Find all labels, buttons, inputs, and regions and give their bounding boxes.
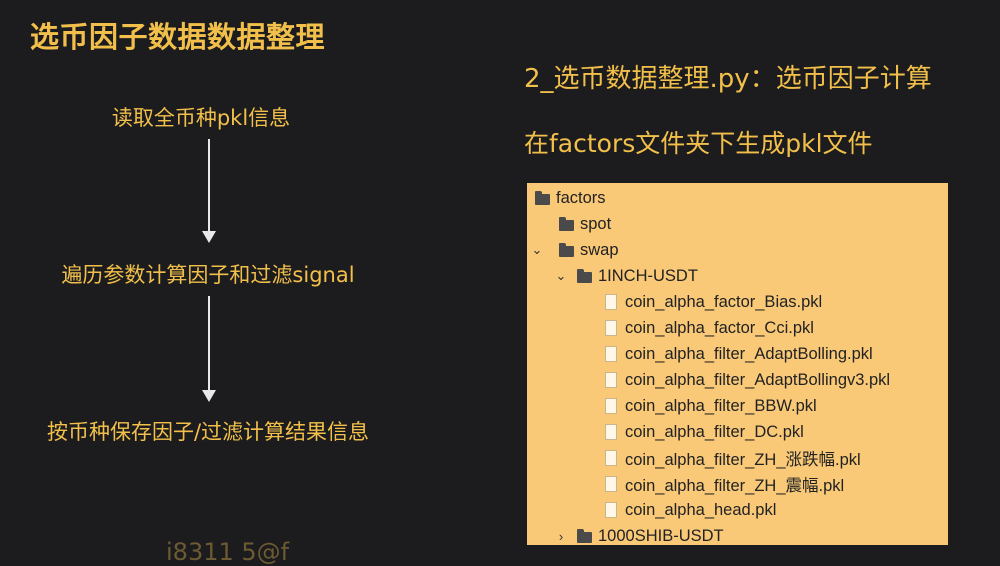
tree-item-label: factors <box>556 188 606 207</box>
watermark-text: i8311 5@f <box>166 538 290 566</box>
tree-item-label: 1INCH-USDT <box>598 266 698 285</box>
chevron-right-icon[interactable]: › <box>555 529 567 544</box>
chevron-down-icon[interactable]: ⌄ <box>555 268 567 284</box>
script-subtitle: 2_选币数据整理.py：选币因子计算 <box>524 64 932 94</box>
file-icon <box>605 476 617 492</box>
tree-file[interactable]: coin_alpha_head.pkl <box>605 497 776 523</box>
folder-icon <box>577 268 592 283</box>
flow-step-save: 按币种保存因子/过滤计算结果信息 <box>46 420 370 444</box>
file-icon <box>605 372 617 388</box>
folder-icon <box>577 528 592 543</box>
tree-file[interactable]: coin_alpha_filter_ZH_震幅.pkl <box>605 471 844 497</box>
file-icon <box>605 424 617 440</box>
tree-file[interactable]: coin_alpha_filter_ZH_涨跌幅.pkl <box>605 445 861 471</box>
tree-file-label: coin_alpha_filter_ZH_震幅.pkl <box>625 477 845 495</box>
page-title: 选币因子数据数据整理 <box>30 20 326 54</box>
tree-item-factors[interactable]: factors <box>535 185 606 211</box>
file-icon <box>605 502 617 518</box>
flow-step-read: 读取全币种pkl信息 <box>111 106 291 130</box>
output-description: 在factors文件夹下生成pkl文件 <box>524 129 873 158</box>
tree-file[interactable]: coin_alpha_factor_Bias.pkl <box>605 289 822 315</box>
file-icon <box>605 398 617 414</box>
tree-item-label: swap <box>580 240 619 259</box>
tree-file-label: coin_alpha_factor_Bias.pkl <box>625 292 823 311</box>
tree-item-1000shib-usdt[interactable]: › 1000SHIB-USDT <box>555 523 724 545</box>
tree-file-label: coin_alpha_filter_AdaptBolling.pkl <box>625 344 873 363</box>
chevron-down-icon[interactable]: ⌄ <box>531 242 543 258</box>
tree-file-label: coin_alpha_factor_Cci.pkl <box>625 318 814 337</box>
folder-icon <box>559 216 574 231</box>
tree-item-label: 1000SHIB-USDT <box>598 526 724 545</box>
folder-icon <box>535 190 550 205</box>
tree-file-label: coin_alpha_filter_ZH_涨跌幅.pkl <box>625 451 861 469</box>
file-icon <box>605 294 617 310</box>
flow-arrow-1 <box>202 139 216 243</box>
tree-file[interactable]: coin_alpha_filter_BBW.pkl <box>605 393 817 419</box>
tree-file[interactable]: coin_alpha_factor_Cci.pkl <box>605 315 814 341</box>
tree-file-label: coin_alpha_filter_DC.pkl <box>625 422 804 441</box>
tree-item-label: spot <box>580 214 612 233</box>
tree-file-label: coin_alpha_filter_BBW.pkl <box>625 396 817 415</box>
flow-step-compute: 遍历参数计算因子和过滤signal <box>61 263 355 287</box>
folder-icon <box>559 242 574 257</box>
tree-item-swap[interactable]: ⌄ swap <box>531 237 619 263</box>
tree-item-1inch-usdt[interactable]: ⌄ 1INCH-USDT <box>555 263 698 289</box>
tree-item-spot[interactable]: spot <box>559 211 611 237</box>
file-tree: factors spot ⌄ swap ⌄ 1INCH-USDT coin_al… <box>527 183 948 545</box>
tree-file-label: coin_alpha_filter_AdaptBollingv3.pkl <box>625 370 891 389</box>
file-icon <box>605 320 617 336</box>
flow-arrow-2 <box>202 296 216 402</box>
tree-file[interactable]: coin_alpha_filter_AdaptBollingv3.pkl <box>605 367 890 393</box>
tree-file[interactable]: coin_alpha_filter_AdaptBolling.pkl <box>605 341 873 367</box>
file-icon <box>605 346 617 362</box>
file-icon <box>605 450 617 466</box>
tree-file-label: coin_alpha_head.pkl <box>625 500 777 519</box>
tree-file[interactable]: coin_alpha_filter_DC.pkl <box>605 419 804 445</box>
